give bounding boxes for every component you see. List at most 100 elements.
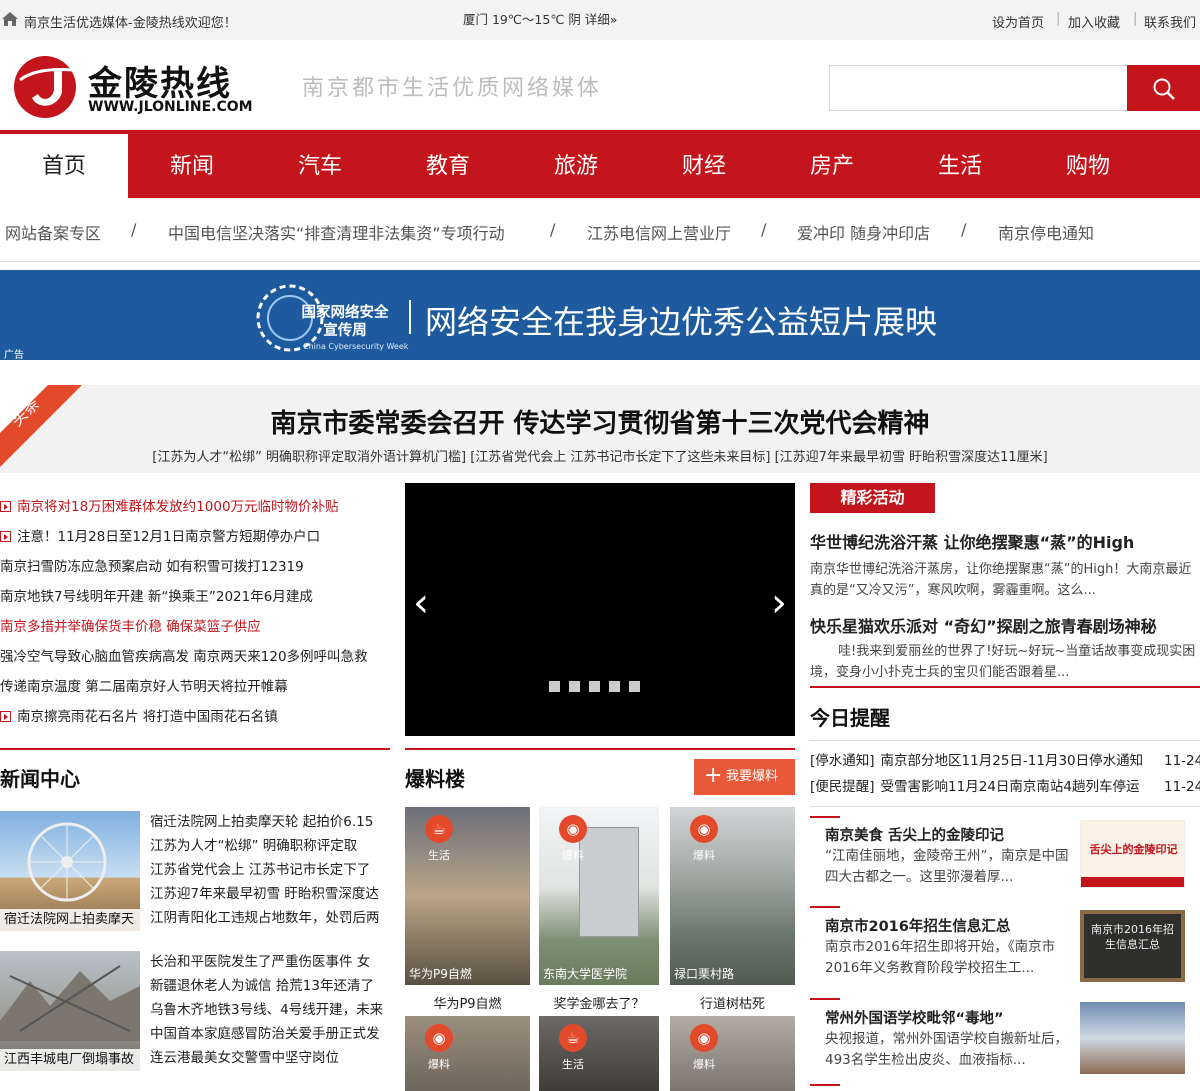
- card-image-text: 舌尖上的金陵印记: [1089, 843, 1178, 856]
- news-center-divider: [0, 748, 390, 750]
- tile-label[interactable]: 奖学金哪去了？: [539, 993, 659, 1012]
- card-title[interactable]: 常州外国语学校毗邻“毒地”: [825, 1007, 1004, 1028]
- banner-logo-sub: China Cybersecurity Week: [303, 342, 409, 351]
- baoliao-tile[interactable]: ☕ 生活 华为P9自燃: [405, 807, 530, 985]
- headline-section: 头条 南京市委常委会召开 传达学习贯彻省第十三次党代会精神 [江苏为人才“松绑”…: [0, 385, 1200, 473]
- nav-item-auto[interactable]: 汽车: [256, 134, 384, 198]
- card-title[interactable]: 南京美食 舌尖上的金陵印记: [825, 824, 1004, 845]
- news-line[interactable]: 江苏迎7年来最早初雪 盱眙积雪深度达: [150, 882, 390, 906]
- list-item[interactable]: 南京将对18万困难群体发放约1000万元临时物价补贴: [0, 492, 390, 522]
- news-line[interactable]: 中国首本家庭感冒防治关爱手册正式发: [150, 1022, 390, 1046]
- list-item[interactable]: 南京多措并举确保货丰价稳 确保菜篮子供应: [0, 612, 390, 642]
- baoliao-tile[interactable]: ◉ 爆料 禄口栗村路: [670, 807, 795, 985]
- activity-title[interactable]: 快乐星猫欢乐派对 “奇幻”探剧之旅青春剧场神秘: [810, 613, 1157, 637]
- slider-dot[interactable]: [589, 681, 600, 692]
- news-thumb[interactable]: 宿迁法院网上拍卖摩天: [0, 811, 140, 931]
- weather-widget[interactable]: 厦门 19℃～15℃ 阴 详细»: [463, 9, 617, 28]
- nav-item-shopping[interactable]: 购物: [1024, 134, 1152, 198]
- news-line[interactable]: 乌鲁木齐地铁3号线、4号线开建，未来: [150, 998, 390, 1022]
- card-desc: 央视报道，常州外国语学校自搬新址后，493名学生检出皮炎、血液指标...: [825, 1031, 1068, 1068]
- baoliao-tile[interactable]: ◉ 爆料 东南大学医学院: [539, 807, 659, 985]
- reminder-row[interactable]: [停水通知] 南京部分地区11月25日-11月30日停水通知 11-24: [810, 748, 1200, 774]
- logo[interactable]: 金陵热线 WWW.JLONLINE.COM: [12, 54, 282, 120]
- quick-link[interactable]: 中国电信坚决落实“排查清理非法集资”专项行动: [168, 220, 505, 244]
- card-accent: [810, 906, 840, 908]
- news-list: 南京将对18万困难群体发放约1000万元临时物价补贴 注意！11月28日至12月…: [0, 492, 390, 732]
- set-homepage-link[interactable]: 设为首页: [992, 12, 1044, 31]
- slider-dot[interactable]: [629, 681, 640, 692]
- divider: |: [1133, 11, 1138, 26]
- arrow-icon: [0, 531, 11, 542]
- separator: /: [550, 220, 556, 239]
- tile-caption: 东南大学医学院: [543, 967, 628, 981]
- list-item[interactable]: 南京地铁7号线明年开建 新“换乘王”2021年6月建成: [0, 582, 390, 612]
- news-line[interactable]: 江苏省党代会上 江苏书记市长定下了: [150, 858, 390, 882]
- image-slider[interactable]: ‹ ›: [405, 483, 795, 736]
- add-favorite-link[interactable]: 加入收藏: [1068, 12, 1120, 31]
- quick-link[interactable]: 江苏电信网上营业厅: [587, 220, 731, 244]
- nav-item-realestate[interactable]: 房产: [768, 134, 896, 198]
- baoliao-tile[interactable]: ◉ 爆料: [670, 1016, 795, 1091]
- slider-dot[interactable]: [569, 681, 580, 692]
- news-thumb[interactable]: 江西丰城电厂倒塌事故: [0, 951, 140, 1071]
- news-line[interactable]: 连云港最美女交警雪中坚守岗位: [150, 1046, 390, 1070]
- slider-dot[interactable]: [549, 681, 560, 692]
- baoliao-tile[interactable]: ◉ 爆料: [405, 1016, 530, 1091]
- slider-dot[interactable]: [609, 681, 620, 692]
- list-item[interactable]: 传递南京温度 第二届南京好人节明天将拉开帷幕: [0, 672, 390, 702]
- slider-prev-button[interactable]: ‹: [413, 581, 429, 625]
- contact-us-link[interactable]: 联系我们: [1144, 12, 1196, 31]
- globe-icon: ◉: [559, 815, 587, 843]
- quick-link[interactable]: 网站备案专区: [5, 220, 101, 244]
- cup-icon: ☕: [425, 815, 453, 843]
- search-button[interactable]: [1127, 65, 1200, 111]
- activities-tag: 精彩活动: [810, 483, 935, 513]
- news-line[interactable]: 长治和平医院发生了严重伤医事件 女: [150, 950, 390, 974]
- nav-item-home[interactable]: 首页: [0, 134, 128, 198]
- news-line[interactable]: 江苏为人才“松绑” 明确职称评定取: [150, 834, 390, 858]
- welcome-text: 南京生活优选媒体-金陵热线欢迎您！: [24, 16, 237, 31]
- reminder-text: 南京部分地区11月25日-11月30日停水通知: [880, 753, 1144, 769]
- headline-sub-link[interactable]: [江苏迎7年来最早初雪 盱眙积雪深度达11厘米]: [775, 450, 1048, 465]
- news-line[interactable]: 新疆退休老人为诚信 拾荒13年还清了: [150, 974, 390, 998]
- list-item[interactable]: 强冷空气导致心脑血管疾病高发 南京两天来120多例呼叫急救: [0, 642, 390, 672]
- search-bar: [829, 65, 1200, 111]
- news-line[interactable]: 宿迁法院网上拍卖摩天轮 起拍价6.15: [150, 810, 390, 834]
- main-nav: 首页 新闻 汽车 教育 旅游 财经 房产 生活 购物: [0, 130, 1200, 198]
- nav-item-education[interactable]: 教育: [384, 134, 512, 198]
- quick-link[interactable]: 爱冲印 随身冲印店: [797, 220, 930, 244]
- headline-sub-link[interactable]: [江苏为人才“松绑” 明确职称评定取消外语计算机门槛]: [152, 450, 466, 465]
- card-image[interactable]: 舌尖上的金陵印记: [1080, 820, 1185, 888]
- tile-label[interactable]: 行道树枯死: [670, 993, 795, 1012]
- nav-item-news[interactable]: 新闻: [128, 134, 256, 198]
- search-icon: [1153, 78, 1175, 100]
- news-line[interactable]: 江阴青阳化工违规占地数年，处罚后两: [150, 906, 390, 930]
- card-image[interactable]: 南京市2016年招生信息汇总: [1080, 910, 1185, 982]
- list-item[interactable]: 注意！11月28日至12月1日南京警方短期停办户口: [0, 522, 390, 552]
- globe-icon: ◉: [690, 815, 718, 843]
- nav-item-life[interactable]: 生活: [896, 134, 1024, 198]
- nav-item-finance[interactable]: 财经: [640, 134, 768, 198]
- baoliao-tile[interactable]: ☕ 生活: [539, 1016, 659, 1091]
- headline-sub-link[interactable]: [江苏省党代会上 江苏书记市长定下了这些未来目标]: [470, 450, 770, 465]
- list-item[interactable]: 南京擦亮雨花石名片 将打造中国雨花石名镇: [0, 702, 390, 732]
- slider-next-button[interactable]: ›: [771, 581, 787, 625]
- activity-title[interactable]: 华世博纪洗浴汗蒸 让你绝摆聚惠“蒸”的High: [810, 529, 1134, 553]
- card-image[interactable]: [1080, 1002, 1185, 1074]
- tile-label[interactable]: 华为P9自燃: [405, 993, 530, 1012]
- card-accent: [810, 816, 840, 818]
- today-divider: [810, 740, 1200, 741]
- report-button[interactable]: + 我要爆料: [694, 759, 795, 795]
- reminder-row[interactable]: [便民提醒] 受雪害影响11月24日南京南站4趟列车停运 11-24: [810, 774, 1200, 800]
- quick-link[interactable]: 南京停电通知: [998, 220, 1094, 244]
- ad-banner[interactable]: 国家网络安全 宣传周 China Cybersecurity Week 网络安全…: [0, 270, 1200, 361]
- card-image-text: 南京市2016年招生信息汇总: [1091, 923, 1174, 951]
- card-title[interactable]: 南京市2016年招生信息汇总: [825, 915, 1010, 936]
- baoliao-title: 爆料楼: [405, 767, 465, 791]
- headline-title[interactable]: 南京市委常委会召开 传达学习贯彻省第十三次党代会精神: [0, 403, 1200, 440]
- home-icon[interactable]: [2, 12, 18, 26]
- list-item[interactable]: 南京扫雪防冻应急预案启动 如有积雪可拨打12319: [0, 552, 390, 582]
- arrow-icon: [0, 711, 11, 722]
- nav-item-travel[interactable]: 旅游: [512, 134, 640, 198]
- search-input[interactable]: [830, 66, 1127, 110]
